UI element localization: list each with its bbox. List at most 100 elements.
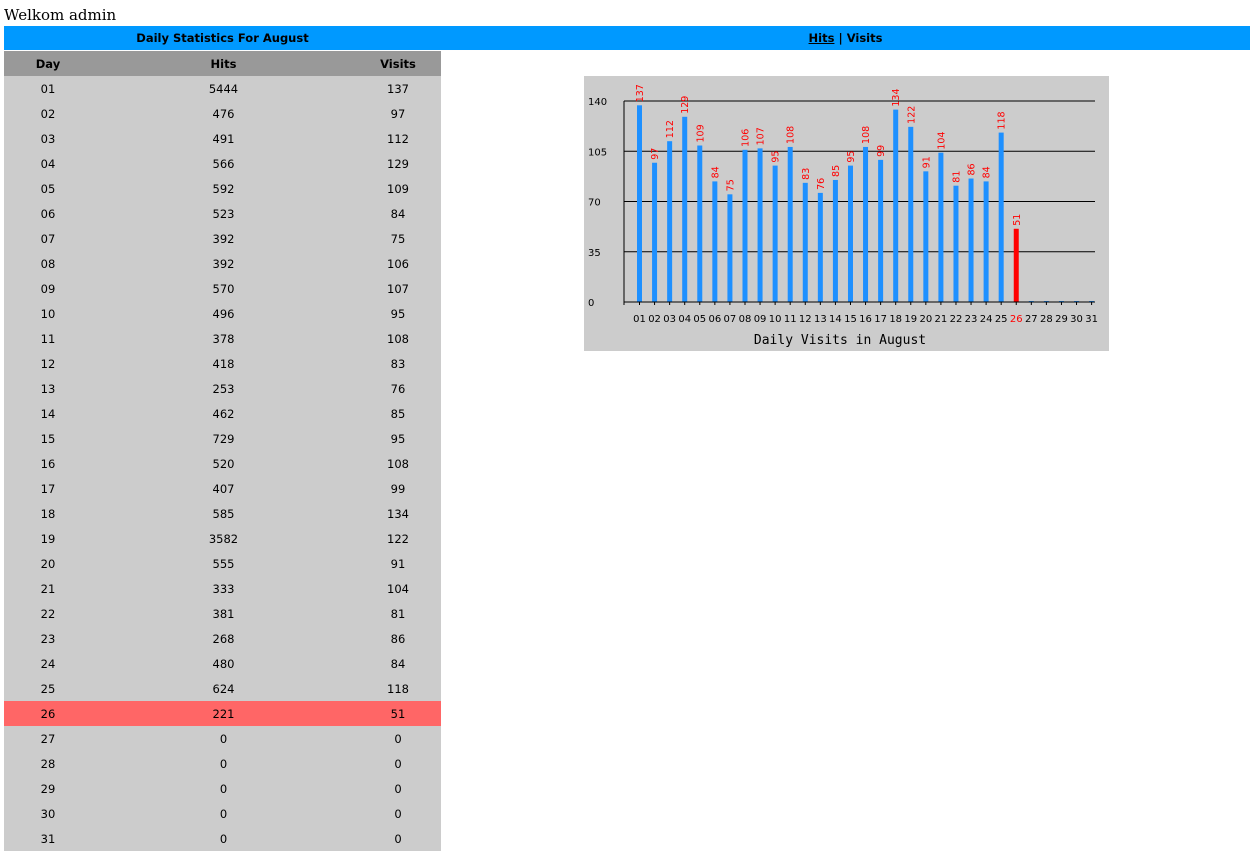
table-row: 15 729 95 xyxy=(4,426,441,451)
x-tick-label: 20 xyxy=(919,314,932,325)
visits-cell: 97 xyxy=(355,101,441,126)
hits-cell: 378 xyxy=(92,326,355,351)
hits-cell: 392 xyxy=(92,226,355,251)
bar xyxy=(757,148,763,302)
day-cell: 30 xyxy=(4,801,92,826)
table-row: 31 0 0 xyxy=(4,826,441,851)
visits-cell: 112 xyxy=(355,126,441,151)
bar xyxy=(998,132,1004,302)
x-tick-label: 10 xyxy=(769,314,782,325)
data-label: 106 xyxy=(740,129,751,147)
hits-cell: 333 xyxy=(92,576,355,601)
table-row: 14 462 85 xyxy=(4,401,441,426)
table-row: 01 5444 137 xyxy=(4,76,441,101)
data-label: 107 xyxy=(756,127,767,145)
day-cell: 23 xyxy=(4,626,92,651)
hits-cell: 221 xyxy=(92,701,355,726)
visits-cell: 137 xyxy=(355,76,441,101)
data-label: 109 xyxy=(695,124,706,142)
data-label: 51 xyxy=(1012,214,1023,226)
hits-cell: 0 xyxy=(92,751,355,776)
visits-cell: 81 xyxy=(355,601,441,626)
table-row: 02 476 97 xyxy=(4,101,441,126)
table-row: 24 480 84 xyxy=(4,651,441,676)
x-tick-label: 25 xyxy=(995,314,1008,325)
day-cell: 26 xyxy=(4,701,92,726)
bar xyxy=(727,194,733,302)
day-cell: 10 xyxy=(4,301,92,326)
visits-cell: 0 xyxy=(355,801,441,826)
y-tick-label: 70 xyxy=(588,198,601,209)
table-row: 03 491 112 xyxy=(4,126,441,151)
bar xyxy=(908,126,914,302)
visits-cell: 122 xyxy=(355,526,441,551)
hits-link[interactable]: Hits xyxy=(809,31,835,45)
table-row: 20 555 91 xyxy=(4,551,441,576)
column-header-visits: Visits xyxy=(355,51,441,76)
visits-cell: 95 xyxy=(355,301,441,326)
x-tick-label: 12 xyxy=(799,314,812,325)
bar xyxy=(802,182,808,302)
table-row: 13 253 76 xyxy=(4,376,441,401)
table-row: 26 221 51 xyxy=(4,701,441,726)
stats-header-bar: Daily Statistics For August Hits | Visit… xyxy=(4,26,1250,50)
bar xyxy=(682,116,688,302)
data-label: 97 xyxy=(650,148,661,160)
day-cell: 13 xyxy=(4,376,92,401)
bar xyxy=(712,181,718,302)
data-label: 75 xyxy=(725,179,736,191)
data-label: 108 xyxy=(786,126,797,144)
x-tick-label: 11 xyxy=(784,314,797,325)
stats-title: Daily Statistics For August xyxy=(136,31,309,45)
bar xyxy=(832,179,838,302)
bar xyxy=(637,105,642,302)
hits-cell: 480 xyxy=(92,651,355,676)
day-cell: 03 xyxy=(4,126,92,151)
data-label: 95 xyxy=(771,151,782,163)
day-cell: 21 xyxy=(4,576,92,601)
hits-cell: 407 xyxy=(92,476,355,501)
x-tick-label: 02 xyxy=(648,314,661,325)
visits-cell: 0 xyxy=(355,826,441,851)
x-tick-label: 27 xyxy=(1025,314,1038,325)
bar xyxy=(953,185,959,302)
visits-cell: 0 xyxy=(355,751,441,776)
hits-cell: 462 xyxy=(92,401,355,426)
table-row: 08 392 106 xyxy=(4,251,441,276)
table-row: 16 520 108 xyxy=(4,451,441,476)
day-cell: 16 xyxy=(4,451,92,476)
hits-cell: 566 xyxy=(92,151,355,176)
daily-stats-table: Day Hits Visits 01 5444 137 02 476 97 03 491 112… xyxy=(4,51,441,851)
hits-cell: 0 xyxy=(92,776,355,801)
x-tick-label: 22 xyxy=(950,314,963,325)
visits-cell: 86 xyxy=(355,626,441,651)
x-tick-label: 01 xyxy=(633,314,646,325)
visits-cell: 104 xyxy=(355,576,441,601)
x-tick-label: 26 xyxy=(1010,314,1023,325)
bar xyxy=(878,159,884,302)
bar xyxy=(983,181,989,302)
y-tick-label: 140 xyxy=(588,97,607,108)
table-body: 01 5444 137 02 476 97 03 491 112 04 566 129 05 592 109… xyxy=(4,76,441,851)
bar xyxy=(923,171,929,302)
day-cell: 14 xyxy=(4,401,92,426)
hits-cell: 3582 xyxy=(92,526,355,551)
bar xyxy=(742,149,748,302)
day-cell: 31 xyxy=(4,826,92,851)
bar xyxy=(1013,228,1019,302)
visits-cell: 51 xyxy=(355,701,441,726)
hits-cell: 570 xyxy=(92,276,355,301)
hits-cell: 5444 xyxy=(92,76,355,101)
x-tick-label: 30 xyxy=(1070,314,1083,325)
x-tick-label: 29 xyxy=(1055,314,1068,325)
table-row: 04 566 129 xyxy=(4,151,441,176)
table-row: 09 570 107 xyxy=(4,276,441,301)
x-tick-label: 19 xyxy=(904,314,917,325)
visits-cell: 0 xyxy=(355,776,441,801)
x-tick-label: 05 xyxy=(693,314,706,325)
day-cell: 15 xyxy=(4,426,92,451)
day-cell: 09 xyxy=(4,276,92,301)
table-row: 10 496 95 xyxy=(4,301,441,326)
bar xyxy=(863,146,869,302)
data-label: 99 xyxy=(876,145,887,157)
